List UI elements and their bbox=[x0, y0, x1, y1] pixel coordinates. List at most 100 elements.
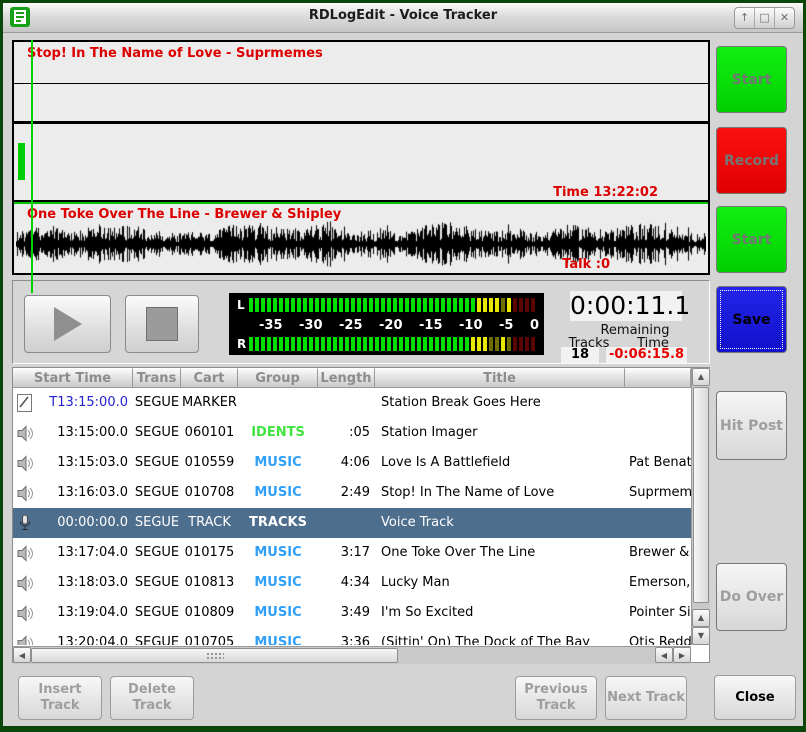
cell-cart: 010708 bbox=[181, 478, 238, 508]
talk-label: Talk :0 bbox=[562, 257, 610, 272]
next-track-button[interactable]: Next Track bbox=[605, 676, 687, 720]
track1-centerline bbox=[14, 83, 708, 84]
play-button[interactable] bbox=[24, 295, 111, 353]
cell-trans: SEGUE bbox=[133, 478, 181, 508]
column-header[interactable]: Trans bbox=[133, 368, 181, 388]
cell-length bbox=[318, 388, 375, 418]
meter-left bbox=[249, 298, 537, 312]
level-meter: L -35-30-25-20-15-10-50 R bbox=[229, 293, 544, 355]
close-button[interactable]: Close bbox=[714, 675, 796, 720]
scroll-left-icon[interactable]: ◀ bbox=[13, 647, 31, 663]
speaker-icon bbox=[13, 598, 37, 628]
cell-start-time: 13:20:04.0 bbox=[37, 628, 133, 645]
close-icon[interactable]: ✕ bbox=[774, 8, 794, 28]
cell-title: I'm So Excited bbox=[375, 598, 625, 628]
marker-icon bbox=[13, 388, 37, 418]
table-header: Start TimeTransCartGroupLengthTitle bbox=[13, 368, 691, 388]
cell-start-time: 13:15:00.0 bbox=[37, 418, 133, 448]
cell-cart: 010809 bbox=[181, 598, 238, 628]
window-controls: ↑ □ ✕ bbox=[734, 7, 795, 29]
save-button[interactable]: Save bbox=[716, 286, 787, 353]
scroll-up2-icon[interactable]: ▲ bbox=[692, 609, 710, 627]
titlebar[interactable]: RDLogEdit - Voice Tracker ↑ □ ✕ bbox=[3, 3, 803, 33]
column-header[interactable] bbox=[625, 368, 691, 388]
meter-scale-tick: -25 bbox=[339, 318, 363, 333]
do-over-button[interactable]: Do Over bbox=[716, 563, 787, 631]
table-row[interactable]: 13:19:04.0SEGUE010809MUSIC3:49I'm So Exc… bbox=[13, 598, 691, 628]
cell-artist: Brewer & Shipley bbox=[625, 538, 691, 568]
previous-track-button[interactable]: Previous Track bbox=[515, 676, 597, 720]
scroll-down-icon[interactable]: ▼ bbox=[692, 627, 710, 645]
table-row[interactable]: 13:15:00.0SEGUE060101IDENTS:05Station Im… bbox=[13, 418, 691, 448]
cell-cart: 010705 bbox=[181, 628, 238, 645]
stop-button[interactable] bbox=[125, 295, 199, 353]
record-button[interactable]: Record bbox=[716, 127, 787, 194]
meter-right bbox=[249, 337, 537, 351]
window: RDLogEdit - Voice Tracker ↑ □ ✕ Stop! In… bbox=[0, 0, 806, 732]
start-top-button[interactable]: Start bbox=[716, 46, 787, 113]
cell-artist bbox=[625, 508, 691, 538]
tracks-remaining-value: 18 bbox=[561, 347, 599, 363]
hit-post-button[interactable]: Hit Post bbox=[716, 391, 787, 460]
cell-length: 2:49 bbox=[318, 478, 375, 508]
table-row[interactable]: 13:17:04.0SEGUE010175MUSIC3:17One Toke O… bbox=[13, 538, 691, 568]
cell-artist bbox=[625, 418, 691, 448]
cell-group: MUSIC bbox=[238, 448, 318, 478]
cell-length: 3:17 bbox=[318, 538, 375, 568]
cell-trans: SEGUE bbox=[133, 538, 181, 568]
cell-cart: 010813 bbox=[181, 568, 238, 598]
horizontal-scrollbar[interactable]: ◀ ◀ ▶ bbox=[13, 646, 691, 664]
column-header[interactable]: Group bbox=[238, 368, 318, 388]
meter-scale-tick: 0 bbox=[530, 318, 539, 333]
shade-icon[interactable]: ↑ bbox=[735, 8, 754, 28]
cell-trans: SEGUE bbox=[133, 388, 181, 418]
maximize-icon[interactable]: □ bbox=[754, 8, 774, 28]
cell-cart: MARKER bbox=[181, 388, 238, 418]
playback-cursor bbox=[31, 40, 33, 293]
meter-scale-tick: -20 bbox=[379, 318, 403, 333]
cell-title: Lucky Man bbox=[375, 568, 625, 598]
cell-title: Voice Track bbox=[375, 508, 625, 538]
cell-length: :05 bbox=[318, 418, 375, 448]
meter-right-label: R bbox=[237, 337, 249, 351]
cell-trans: SEGUE bbox=[133, 418, 181, 448]
cell-title: Love Is A Battlefield bbox=[375, 448, 625, 478]
column-header[interactable]: Title bbox=[375, 368, 625, 388]
cell-artist bbox=[625, 388, 691, 418]
elapsed-time: 0:00:11.1 bbox=[570, 291, 682, 321]
scroll-left2-icon[interactable]: ◀ bbox=[655, 647, 673, 663]
cell-artist: Pointer Sisters bbox=[625, 598, 691, 628]
column-header[interactable]: Start Time bbox=[13, 368, 133, 388]
meter-scale-tick: -15 bbox=[419, 318, 443, 333]
table-row[interactable]: 00:00:00.0SEGUETRACKTRACKSVoice Track bbox=[13, 508, 691, 538]
insert-track-button[interactable]: Insert Track bbox=[18, 676, 102, 720]
cell-group: MUSIC bbox=[238, 478, 318, 508]
cell-title: Station Imager bbox=[375, 418, 625, 448]
column-header[interactable]: Cart bbox=[181, 368, 238, 388]
cell-artist: Emerson, Lake bbox=[625, 568, 691, 598]
time-remaining-value: -0:06:15.8 bbox=[606, 347, 687, 363]
cell-title: Stop! In The Name of Love bbox=[375, 478, 625, 508]
meter-left-label: L bbox=[237, 298, 249, 312]
cell-group: MUSIC bbox=[238, 568, 318, 598]
scroll-right-icon[interactable]: ▶ bbox=[673, 647, 691, 663]
delete-track-button[interactable]: Delete Track bbox=[110, 676, 194, 720]
waveform-panel[interactable]: Stop! In The Name of Love - Suprmemes Ti… bbox=[12, 40, 710, 275]
cell-group: MUSIC bbox=[238, 538, 318, 568]
meter-scale: -35-30-25-20-15-10-50 bbox=[259, 318, 539, 333]
cell-cart: 010175 bbox=[181, 538, 238, 568]
scroll-up-icon[interactable]: ▲ bbox=[692, 368, 710, 386]
table-row[interactable]: 13:16:03.0SEGUE010708MUSIC2:49Stop! In T… bbox=[13, 478, 691, 508]
horizontal-scroll-thumb[interactable] bbox=[31, 648, 398, 663]
table-row[interactable]: 13:15:03.0SEGUE010559MUSIC4:06Love Is A … bbox=[13, 448, 691, 478]
table-row[interactable]: T13:15:00.0SEGUEMARKERStation Break Goes… bbox=[13, 388, 691, 418]
table-row[interactable]: 13:18:03.0SEGUE010813MUSIC4:34Lucky ManE… bbox=[13, 568, 691, 598]
cell-group: IDENTS bbox=[238, 418, 318, 448]
start-bottom-button[interactable]: Start bbox=[716, 206, 787, 273]
table-row[interactable]: 13:20:04.0SEGUE010705MUSIC3:36(Sittin' O… bbox=[13, 628, 691, 645]
column-header[interactable]: Length bbox=[318, 368, 375, 388]
cell-start-time: 13:19:04.0 bbox=[37, 598, 133, 628]
vertical-scroll-thumb[interactable] bbox=[693, 387, 709, 603]
cell-group: MUSIC bbox=[238, 598, 318, 628]
vertical-scrollbar[interactable]: ▲ ▲ ▼ bbox=[691, 368, 710, 645]
